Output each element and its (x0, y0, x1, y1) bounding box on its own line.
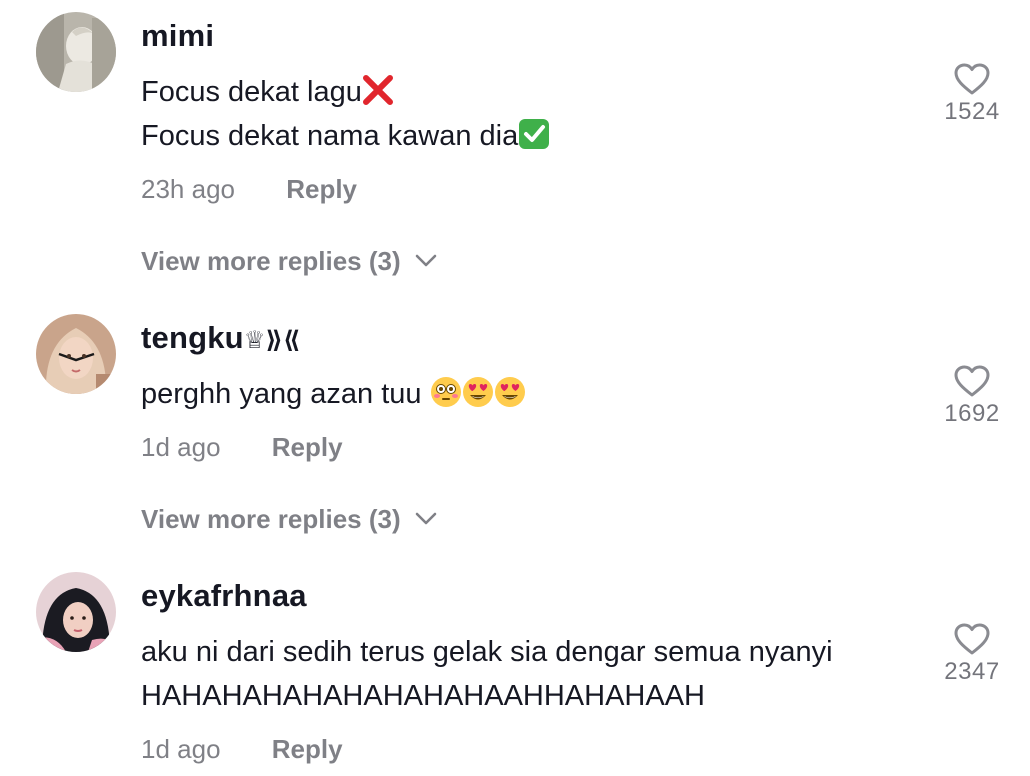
comment-meta: 1d ago Reply (141, 432, 343, 463)
comment-meta: 23h ago Reply (141, 174, 357, 205)
avatar-image (36, 314, 116, 394)
comment-line: Focus dekat nama kawan dia (141, 114, 550, 158)
check-mark-button-emoji (519, 119, 550, 150)
like-count: 2347 (944, 658, 1000, 685)
flushed-face-emoji (430, 377, 461, 408)
cross-mark-emoji (362, 75, 393, 106)
username[interactable]: tengku♕⟫⟪ (141, 320, 301, 356)
comment-meta: 1d ago Reply (141, 734, 343, 765)
reply-button[interactable]: Reply (286, 174, 357, 205)
avatar[interactable] (36, 314, 116, 394)
view-more-replies-button[interactable]: View more replies (3) (141, 504, 437, 535)
like-control: 1524 (940, 62, 1004, 126)
view-more-label: View more replies (3) (141, 246, 401, 276)
comment-text: perghh yang azan tuu (141, 372, 526, 416)
reply-button[interactable]: Reply (272, 734, 343, 765)
comment-line-text: perghh yang azan tuu (141, 378, 430, 410)
like-count: 1692 (944, 400, 1000, 427)
view-more-label: View more replies (3) (141, 504, 401, 534)
heart-outline-icon[interactable] (953, 622, 991, 656)
view-more-replies-button[interactable]: View more replies (3) (141, 246, 437, 277)
username[interactable]: eykafrhnaa (141, 578, 307, 614)
comment-line: aku ni dari sedih terus gelak sia dengar… (141, 636, 833, 668)
timestamp: 1d ago (141, 432, 221, 462)
like-control: 2347 (940, 622, 1004, 686)
comment-text: Focus dekat lagu Focus dekat nama kawan … (141, 70, 550, 158)
username-decoration: ♕⟫⟪ (243, 326, 301, 354)
timestamp: 1d ago (141, 734, 221, 764)
avatar[interactable] (36, 12, 116, 92)
username-text: tengku (141, 320, 244, 355)
like-control: 1692 (940, 364, 1004, 428)
comment-line: Focus dekat lagu (141, 70, 550, 114)
comment-line-text: Focus dekat nama kawan dia (141, 120, 519, 152)
smiling-face-with-heart-eyes-emoji (462, 377, 493, 408)
chevron-down-icon (415, 254, 436, 267)
like-count: 1524 (944, 98, 1000, 125)
timestamp: 23h ago (141, 174, 235, 204)
comment-line-text: Focus dekat lagu (141, 76, 362, 108)
heart-outline-icon[interactable] (953, 62, 991, 96)
comment-line: HAHAHAHAHAHAHAHAHAAHHAHAHAAH (141, 680, 705, 712)
comment-line: perghh yang azan tuu (141, 372, 526, 416)
avatar-image (36, 572, 116, 652)
chevron-down-icon (415, 512, 436, 525)
comment-text: aku ni dari sedih terus gelak sia dengar… (141, 630, 833, 718)
reply-button[interactable]: Reply (272, 432, 343, 463)
smiling-face-with-heart-eyes-emoji (494, 377, 525, 408)
avatar-image (36, 12, 116, 92)
username[interactable]: mimi (141, 18, 214, 54)
avatar[interactable] (36, 572, 116, 652)
heart-outline-icon[interactable] (953, 364, 991, 398)
